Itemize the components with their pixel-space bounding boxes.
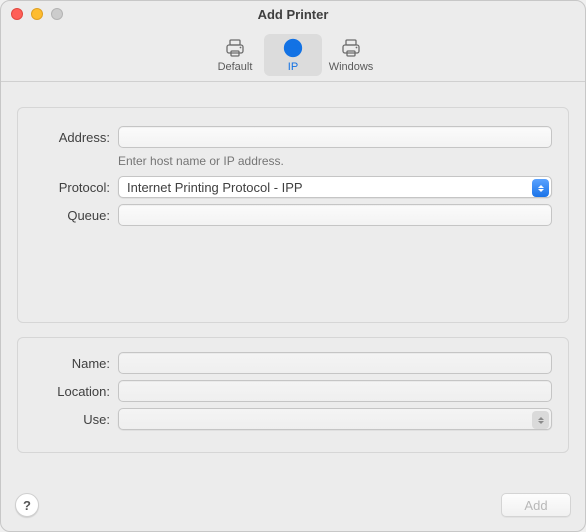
- footer: ? Add: [1, 483, 585, 531]
- protocol-row: Protocol: Internet Printing Protocol - I…: [34, 176, 552, 198]
- tab-windows-label: Windows: [329, 61, 374, 73]
- protocol-label: Protocol:: [34, 180, 118, 195]
- details-pane: Name: Location: Use:: [17, 337, 569, 453]
- tab-windows[interactable]: Windows: [322, 34, 380, 76]
- address-row: Address:: [34, 126, 552, 148]
- queue-row: Queue:: [34, 204, 552, 226]
- queue-label: Queue:: [34, 208, 118, 223]
- chevron-updown-icon: [532, 179, 549, 197]
- printer-icon: [223, 37, 247, 59]
- minimize-button[interactable]: [31, 8, 43, 20]
- chevron-updown-icon: [532, 411, 549, 429]
- location-input[interactable]: [118, 380, 552, 402]
- content-area: Address: Enter host name or IP address. …: [1, 82, 585, 483]
- tab-default-label: Default: [218, 61, 253, 73]
- traffic-lights: [11, 8, 63, 20]
- tab-default[interactable]: Default: [206, 34, 264, 76]
- address-input[interactable]: [118, 126, 552, 148]
- toolbar-tabs: Default IP: [206, 34, 380, 76]
- help-icon: ?: [23, 498, 31, 513]
- name-label: Name:: [34, 356, 118, 371]
- queue-input[interactable]: [118, 204, 552, 226]
- address-hint: Enter host name or IP address.: [118, 154, 552, 168]
- protocol-select[interactable]: Internet Printing Protocol - IPP: [118, 176, 552, 198]
- add-button-label: Add: [524, 498, 547, 513]
- use-label: Use:: [34, 412, 118, 427]
- address-label: Address:: [34, 130, 118, 145]
- location-label: Location:: [34, 384, 118, 399]
- add-printer-window: Add Printer Default: [0, 0, 586, 532]
- window-title: Add Printer: [258, 7, 329, 22]
- tab-ip-label: IP: [288, 61, 298, 73]
- name-row: Name:: [34, 352, 552, 374]
- name-input[interactable]: [118, 352, 552, 374]
- help-button[interactable]: ?: [15, 493, 39, 517]
- titlebar: Add Printer: [1, 1, 585, 27]
- close-button[interactable]: [11, 8, 23, 20]
- printer-advanced-icon: [339, 37, 363, 59]
- location-row: Location:: [34, 380, 552, 402]
- globe-icon: [281, 37, 305, 59]
- use-row: Use:: [34, 408, 552, 430]
- zoom-button-disabled: [51, 8, 63, 20]
- toolbar: Default IP: [1, 27, 585, 82]
- connection-pane: Address: Enter host name or IP address. …: [17, 107, 569, 323]
- protocol-value: Internet Printing Protocol - IPP: [127, 180, 303, 195]
- use-select[interactable]: [118, 408, 552, 430]
- tab-ip[interactable]: IP: [264, 34, 322, 76]
- add-button: Add: [501, 493, 571, 517]
